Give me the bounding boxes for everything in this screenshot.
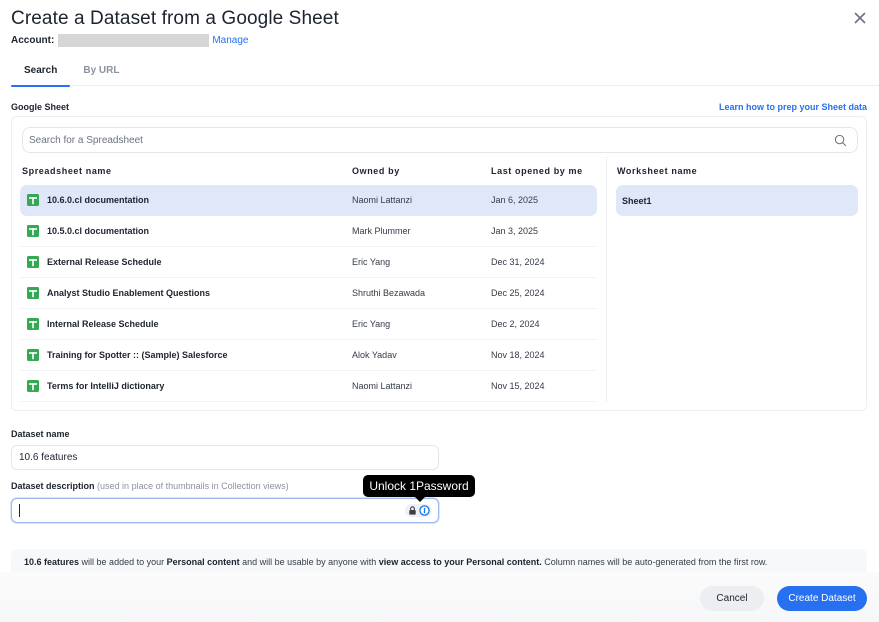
account-label: Account: [11,35,55,46]
table-row[interactable]: External Release Schedule Eric Yang Dec 31… [20,247,597,278]
spreadsheet-name: 10.5.0.cl documentation [47,226,150,236]
cell-owner: Mark Plummer [352,226,411,236]
account-email-redacted [58,34,210,47]
dataset-name-label: Dataset name [11,429,70,439]
spreadsheet-name: 10.6.0.cl documentation [47,195,150,205]
cell-owner: Shruthi Bezawada [352,288,426,298]
table-row[interactable]: Terms for IntelliJ dictionary Naomi Latta… [20,371,597,402]
spreadsheet-table: Spreadsheet name Owned by Last opened by… [20,157,597,402]
google-sheets-icon [27,380,39,392]
spreadsheet-name: Terms for IntelliJ dictionary [47,381,165,391]
search-icon[interactable] [834,134,847,147]
google-sheets-icon [27,225,39,237]
spreadsheet-name: External Release Schedule [47,257,162,267]
tab-by-url[interactable]: By URL [70,58,132,86]
lock-icon [409,506,416,515]
manage-account-link[interactable]: Manage [212,35,248,46]
account-row: Account: Manage [11,34,248,47]
cell-owner: Naomi Lattanzi [352,195,413,205]
spreadsheet-name: Internal Release Schedule [47,319,159,329]
cell-spreadsheet-name: Terms for IntelliJ dictionary [20,380,352,392]
cell-owner: Alok Yadav [352,350,397,360]
close-icon [854,12,866,24]
cell-spreadsheet-name: 10.6.0.cl documentation [20,194,352,206]
column-header-owned-by[interactable]: Owned by [352,166,491,176]
notice-access: view access to your Personal content. [378,557,542,567]
notice-dataset-name: 10.6 features [24,557,80,567]
text-caret [19,504,20,517]
notice-text-3: Column names will be auto-generated from… [541,557,768,567]
dataset-description-field[interactable] [11,498,439,523]
spreadsheet-search-input[interactable] [29,134,834,146]
learn-prep-sheet-link[interactable]: Learn how to prep your Sheet data [719,102,867,112]
password-manager-tooltip: Unlock 1Password [363,475,475,502]
dataset-name-input[interactable] [19,452,431,463]
table-row[interactable]: Training for Spotter :: (Sample) Salesfo… [20,340,597,371]
column-divider [606,157,607,402]
cell-last-opened: Jan 6, 2025 [491,195,539,205]
cancel-button[interactable]: Cancel [700,586,764,611]
tab-search[interactable]: Search [11,58,71,87]
cell-spreadsheet-name: Training for Spotter :: (Sample) Salesfo… [20,349,352,361]
close-button[interactable] [852,10,868,26]
worksheet-list: Worksheet name Sheet1 [616,157,858,216]
google-sheets-icon [27,194,39,206]
dialog-title: Create a Dataset from a Google Sheet [11,8,339,29]
table-row[interactable]: Analyst Studio Enablement Questions Shrut… [20,278,597,309]
table-row[interactable]: 10.5.0.cl documentation Mark Plummer Jan 3… [20,216,597,247]
dataset-description-label-text: Dataset description [11,481,95,491]
cell-spreadsheet-name: Internal Release Schedule [20,318,352,330]
1password-icon [419,505,430,516]
cell-owner: Eric Yang [352,319,391,329]
cell-last-opened: Nov 15, 2024 [491,381,545,391]
cell-spreadsheet-name: Analyst Studio Enablement Questions [20,287,352,299]
table-row[interactable]: 10.6.0.cl documentation Naomi Lattanzi Jan… [20,185,597,216]
worksheet-item[interactable]: Sheet1 [616,185,858,216]
password-manager-inline-button[interactable] [405,504,432,517]
spreadsheet-search-box[interactable] [22,127,858,153]
cell-last-opened: Dec 31, 2024 [491,257,545,267]
google-sheets-icon [27,256,39,268]
sheet-picker-panel: Spreadsheet name Owned by Last opened by… [11,116,867,411]
spreadsheet-name: Training for Spotter :: (Sample) Salesfo… [47,350,228,360]
cell-spreadsheet-name: External Release Schedule [20,256,352,268]
column-header-last-opened[interactable]: Last opened by me [491,166,597,176]
google-sheets-icon [27,349,39,361]
cell-last-opened: Dec 25, 2024 [491,288,545,298]
google-sheets-icon [27,318,39,330]
dialog-footer: Cancel Create Dataset [0,572,879,622]
dataset-description-input[interactable] [19,505,431,516]
table-body: 10.6.0.cl documentation Naomi Lattanzi Jan… [20,185,597,402]
create-dataset-button[interactable]: Create Dataset [777,586,867,611]
google-sheets-icon [27,287,39,299]
column-header-spreadsheet-name[interactable]: Spreadsheet name [20,166,352,176]
cell-last-opened: Nov 18, 2024 [491,350,545,360]
notice-text-2: and will be usable by anyone with [239,557,379,567]
google-sheet-label: Google Sheet [11,102,70,112]
table-header: Spreadsheet name Owned by Last opened by… [20,157,597,185]
cell-last-opened: Jan 3, 2025 [491,226,539,236]
dataset-name-field[interactable] [11,445,439,470]
table-row[interactable]: Internal Release Schedule Eric Yang Dec 2,… [20,309,597,340]
cell-last-opened: Dec 2, 2024 [491,319,540,329]
spreadsheet-name: Analyst Studio Enablement Questions [47,288,211,298]
worksheet-header: Worksheet name [617,166,698,176]
cell-spreadsheet-name: 10.5.0.cl documentation [20,225,352,237]
dataset-description-hint: (used in place of thumbnails in Collecti… [97,481,289,491]
cell-owner: Eric Yang [352,257,391,267]
notice-location: Personal content [166,557,240,567]
cell-owner: Naomi Lattanzi [352,381,413,391]
dataset-description-label: Dataset description (used in place of th… [11,481,289,491]
tab-bar: Search By URL [11,58,879,87]
notice-text-1: will be added to your [79,557,167,567]
